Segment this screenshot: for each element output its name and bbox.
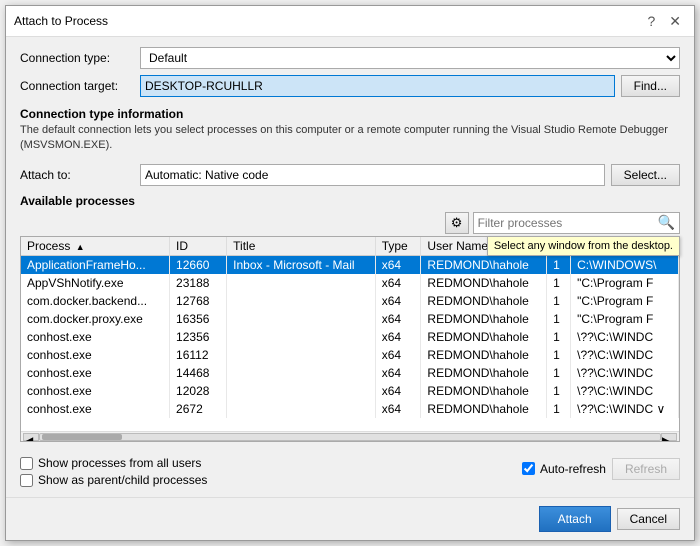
bottom-bar: Show processes from all users Show as pa…: [20, 450, 680, 487]
scroll-right[interactable]: ▶: [661, 433, 677, 441]
bottom-bar-right: Auto-refresh Refresh: [522, 458, 680, 480]
title-bar-right: ? ✕: [642, 12, 686, 30]
available-processes-label: Available processes: [20, 194, 680, 208]
auto-refresh-row: Auto-refresh: [522, 462, 606, 476]
scroll-track[interactable]: [39, 433, 661, 441]
title-bar-left: Attach to Process: [14, 14, 108, 28]
refresh-button[interactable]: Refresh: [612, 458, 680, 480]
table-row[interactable]: conhost.exe14468x64REDMOND\hahole1\??\C:…: [21, 364, 679, 382]
col-process[interactable]: Process ▲: [21, 237, 170, 256]
tooltip-box: Select any window from the desktop.: [487, 236, 680, 256]
show-parent-child-label: Show as parent/child processes: [38, 473, 207, 487]
show-all-users-row: Show processes from all users: [20, 456, 207, 470]
connection-type-label: Connection type:: [20, 51, 140, 65]
process-table: Process ▲ ID Title Type User Name S Comm…: [20, 236, 680, 442]
bottom-options: Show processes from all users Show as pa…: [20, 456, 207, 487]
title-bar: Attach to Process ? ✕: [6, 6, 694, 37]
connection-target-control: Find...: [140, 75, 680, 97]
table-row[interactable]: AppVShNotify.exe23188x64REDMOND\hahole1"…: [21, 274, 679, 292]
show-all-users-checkbox[interactable]: [20, 457, 33, 470]
table-row[interactable]: conhost.exe2672x64REDMOND\hahole1\??\C:\…: [21, 400, 679, 418]
show-parent-child-checkbox[interactable]: [20, 474, 33, 487]
table-row[interactable]: conhost.exe16112x64REDMOND\hahole1\??\C:…: [21, 346, 679, 364]
connection-target-label: Connection target:: [20, 79, 140, 93]
scroll-thumb: [42, 434, 122, 440]
col-title[interactable]: Title: [227, 237, 376, 256]
dialog: Attach to Process ? ✕ Connection type: D…: [5, 5, 695, 541]
connection-type-row: Connection type: Default: [20, 47, 680, 69]
settings-button[interactable]: ⚙: [445, 212, 469, 234]
select-button[interactable]: Select...: [611, 164, 680, 186]
footer: Attach Cancel: [6, 497, 694, 540]
table-row[interactable]: conhost.exe12356x64REDMOND\hahole1\??\C:…: [21, 328, 679, 346]
col-type[interactable]: Type: [375, 237, 421, 256]
settings-icon: ⚙: [451, 215, 463, 231]
filter-search-button[interactable]: 🔍: [654, 214, 679, 231]
table-scroll[interactable]: Process ▲ ID Title Type User Name S Comm…: [21, 237, 679, 431]
table-row[interactable]: com.docker.proxy.exe16356x64REDMOND\haho…: [21, 310, 679, 328]
connection-type-select[interactable]: Default: [140, 47, 680, 69]
info-text: The default connection lets you select p…: [20, 123, 680, 154]
help-button[interactable]: ?: [642, 12, 660, 30]
col-id[interactable]: ID: [170, 237, 227, 256]
horizontal-scrollbar[interactable]: ◀ ▶: [21, 431, 679, 441]
connection-type-control: Default: [140, 47, 680, 69]
attach-to-row: Attach to: Select...: [20, 164, 680, 186]
connection-target-input[interactable]: [140, 75, 615, 97]
table-row[interactable]: ApplicationFrameHo...12660Inbox - Micros…: [21, 255, 679, 274]
cancel-button[interactable]: Cancel: [617, 508, 680, 530]
info-title: Connection type information: [20, 107, 680, 121]
info-section: Connection type information The default …: [20, 103, 680, 158]
find-button[interactable]: Find...: [621, 75, 680, 97]
main-content: Connection type: Default Connection targ…: [6, 37, 694, 497]
processes-table: Process ▲ ID Title Type User Name S Comm…: [21, 237, 679, 418]
process-toolbar: ⚙ 🔍 Select any window from the desktop.: [20, 212, 680, 234]
attach-button[interactable]: Attach: [539, 506, 611, 532]
auto-refresh-label: Auto-refresh: [540, 462, 606, 476]
filter-input-wrap: 🔍: [473, 212, 680, 234]
scroll-left[interactable]: ◀: [23, 433, 39, 441]
table-row[interactable]: conhost.exe12028x64REDMOND\hahole1\??\C:…: [21, 382, 679, 400]
search-icon: 🔍: [658, 214, 675, 230]
dialog-title: Attach to Process: [14, 14, 108, 28]
show-all-users-label: Show processes from all users: [38, 456, 201, 470]
attach-to-control: Select...: [140, 164, 680, 186]
attach-to-label: Attach to:: [20, 168, 140, 182]
filter-input[interactable]: [474, 213, 654, 233]
show-parent-child-row: Show as parent/child processes: [20, 473, 207, 487]
auto-refresh-checkbox[interactable]: [522, 462, 535, 475]
attach-to-input: [140, 164, 605, 186]
connection-target-row: Connection target: Find...: [20, 75, 680, 97]
close-button[interactable]: ✕: [664, 12, 686, 30]
table-row[interactable]: com.docker.backend...12768x64REDMOND\hah…: [21, 292, 679, 310]
